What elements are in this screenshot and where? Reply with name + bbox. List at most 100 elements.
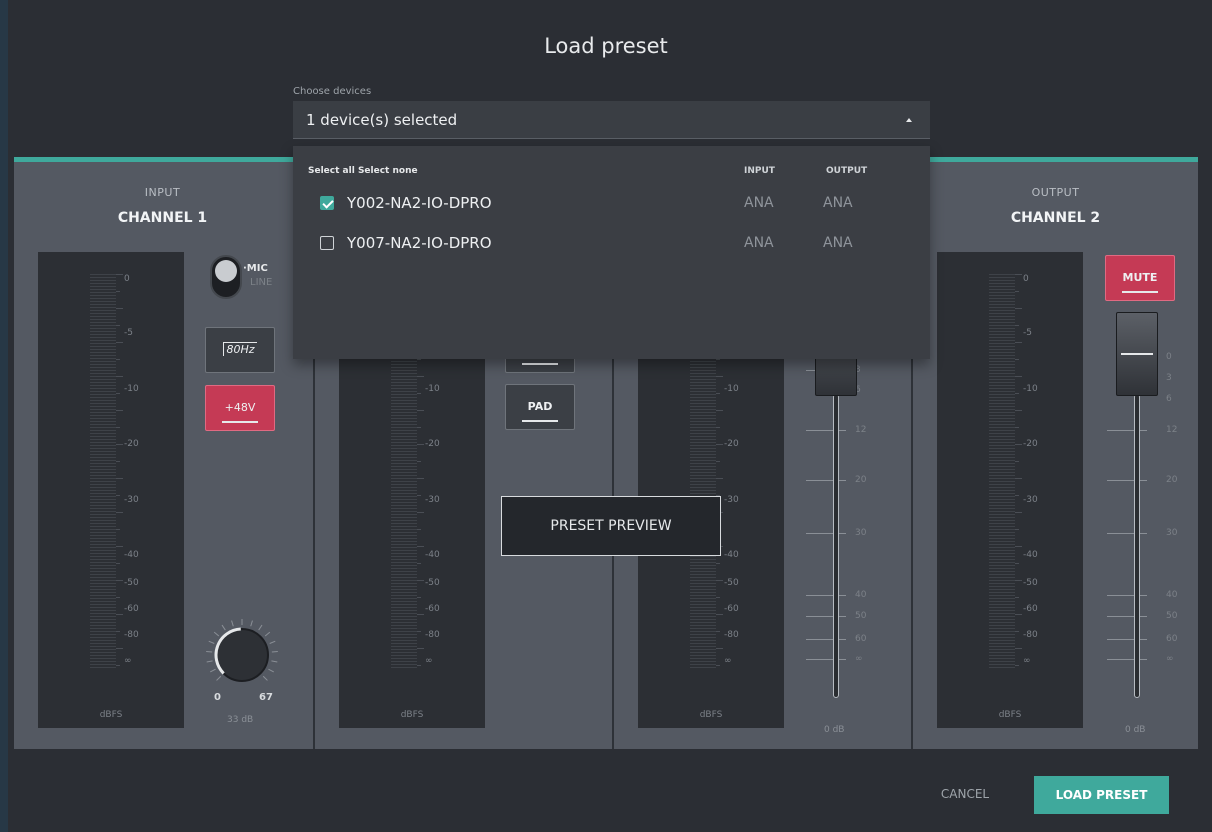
meter-tick <box>1015 563 1019 564</box>
knob-tick <box>269 640 276 644</box>
meter-tick <box>116 546 123 547</box>
meter-scale-label: -50 <box>124 578 139 588</box>
device-output: ANA <box>823 235 853 251</box>
load-preset-dialog: Load preset INPUT CHANNEL 1 0 -5 -10 -20… <box>0 0 1212 832</box>
fader-scale-label: 12 <box>1166 425 1178 435</box>
fader-scale-label: 3 <box>1166 373 1172 383</box>
hpf-80hz-button[interactable]: 80Hz <box>205 327 275 373</box>
meter-scale-label: -20 <box>724 439 739 449</box>
gain-value: 33 dB <box>227 715 254 725</box>
meter-tick <box>716 444 723 445</box>
meter-tick <box>1015 631 1019 632</box>
meter-tick <box>116 342 123 343</box>
gain-knob[interactable] <box>202 615 282 695</box>
fader-track <box>833 394 839 698</box>
meter-scale-label: -20 <box>124 439 139 449</box>
knob-min-label: 0 <box>214 692 221 703</box>
fader-scale: 0 3 6 12 20 30 40 50 60 ∞ <box>1105 342 1189 702</box>
meter-tick <box>417 495 421 496</box>
device-row[interactable]: Y007-NA2-IO-DPRO ANA ANA <box>293 224 930 260</box>
knob-tick <box>213 631 220 637</box>
meter-tick <box>716 648 723 649</box>
meter-tick <box>1015 274 1022 275</box>
meter-scale-label: ∞ <box>1023 656 1031 666</box>
meter-tick <box>116 291 120 292</box>
meter-scale-label: -80 <box>1023 630 1038 640</box>
pad-label: PAD <box>527 400 553 413</box>
fader-scale-label: 60 <box>855 634 867 644</box>
meter-scale-label: -20 <box>1023 439 1038 449</box>
meter-tick <box>417 563 421 564</box>
line-label: LINE <box>250 277 273 288</box>
gain-knob-graphic <box>206 619 278 682</box>
device-name: Y007-NA2-IO-DPRO <box>347 234 492 252</box>
meter-scale-label: -10 <box>124 384 139 394</box>
meter-tick <box>716 631 720 632</box>
meter-tick <box>716 614 723 615</box>
cancel-button[interactable]: CANCEL <box>925 787 1005 807</box>
meter-tick <box>417 461 421 462</box>
fader-scale-label: ∞ <box>1166 654 1174 664</box>
device-checkbox-unchecked[interactable] <box>320 236 334 250</box>
meter-tick <box>716 376 723 377</box>
meter-tick <box>417 359 421 360</box>
select-all-link[interactable]: Select all <box>308 166 355 176</box>
mic-line-switch[interactable] <box>210 255 242 299</box>
meter-tick <box>1015 359 1019 360</box>
strip-header-type: INPUT <box>144 186 181 199</box>
meter-tick <box>116 512 123 513</box>
fader-scale-label: 12 <box>855 425 867 435</box>
meter-tick <box>716 410 723 411</box>
fader-tick <box>806 616 846 617</box>
meter-tick <box>1015 580 1022 581</box>
select-none-link[interactable]: Select none <box>358 166 418 176</box>
knob-tick <box>258 624 263 631</box>
meter-scale-label: 0 <box>1023 274 1029 284</box>
meter-tick <box>116 376 123 377</box>
mute-button[interactable]: MUTE <box>1105 255 1175 301</box>
meter-tick <box>1015 461 1019 462</box>
device-select[interactable]: 1 device(s) selected <box>293 101 930 139</box>
level-meter: 0 -5 -10 -20 -30 -40 -50 -60 -80 ∞ dBFS <box>38 252 184 728</box>
level-meter: 0 -5 -10 -20 -30 -40 -50 -60 -80 ∞ dBFS <box>937 252 1083 728</box>
meter-tick <box>116 308 123 309</box>
load-preset-button[interactable]: LOAD PRESET <box>1034 776 1169 814</box>
device-row[interactable]: Y002-NA2-IO-DPRO ANA ANA <box>293 184 930 220</box>
fader-scale-label: 20 <box>1166 475 1178 485</box>
meter-scale-label: -30 <box>425 495 440 505</box>
device-input: ANA <box>744 235 774 251</box>
meter-tick <box>116 325 120 326</box>
meter-tick <box>116 444 123 445</box>
fader-tick <box>806 430 846 431</box>
meter-tick <box>1015 648 1022 649</box>
meter-scale-label: -80 <box>724 630 739 640</box>
meter-tick <box>716 580 723 581</box>
meter-scale-label: -50 <box>724 578 739 588</box>
meter-tick <box>116 563 120 564</box>
meter-tick <box>716 461 720 462</box>
knob-tick <box>268 668 274 673</box>
meter-tick <box>116 359 120 360</box>
fader-handle[interactable] <box>1116 312 1158 396</box>
input-strip-channel-1: INPUT CHANNEL 1 0 -5 -10 -20 -30 -40 -50… <box>14 162 311 749</box>
meter-tick <box>417 376 424 377</box>
phantom-power-button[interactable]: +48V <box>205 385 275 431</box>
device-checkbox-checked[interactable] <box>320 196 334 210</box>
meter-tick <box>716 597 720 598</box>
meter-scale-label: -80 <box>425 630 440 640</box>
device-output: ANA <box>823 195 853 211</box>
pad-button[interactable]: PAD <box>505 384 575 430</box>
meter-unit: dBFS <box>699 710 723 720</box>
knob-tick <box>271 660 278 663</box>
meter-scale-label: -20 <box>425 439 440 449</box>
knob-tick <box>210 668 216 673</box>
switch-knob <box>215 260 237 282</box>
meter-tick <box>417 512 424 513</box>
meter-scale-label: -40 <box>425 550 440 560</box>
meter-tick <box>417 648 424 649</box>
meter-tick <box>1015 665 1019 666</box>
knob-tick <box>216 675 222 681</box>
fader-tick <box>1107 533 1147 534</box>
fader-tick <box>806 595 846 596</box>
output-strip-channel-2: OUTPUT CHANNEL 2 0 -5 -10 -20 -30 -40 -5… <box>911 162 1198 749</box>
